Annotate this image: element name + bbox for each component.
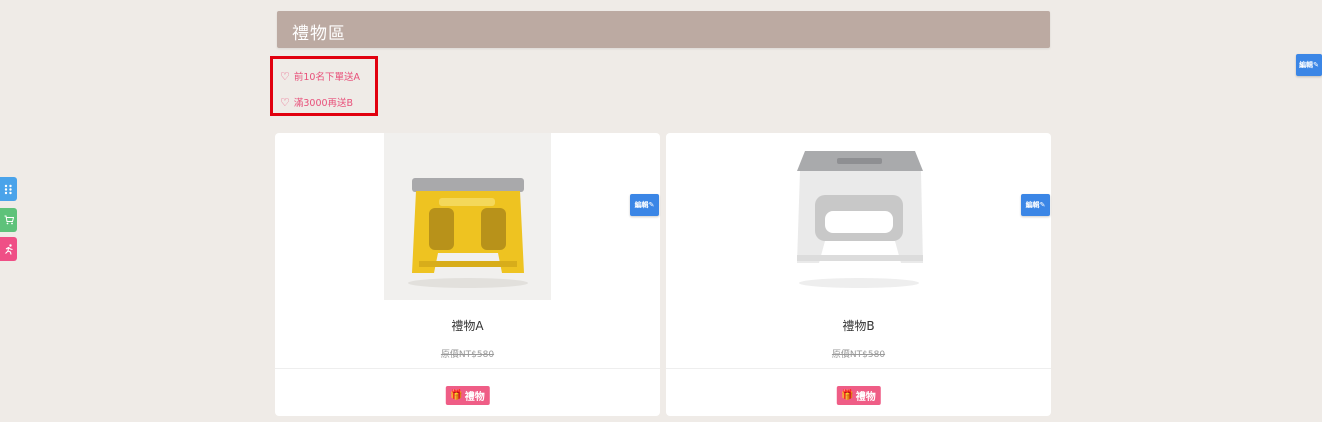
product-card[interactable]: 禮物B 原價NT$580 🎁 禮物 (666, 133, 1051, 416)
product-edit-button[interactable]: 編輯 ✎ (1021, 194, 1050, 216)
edit-icon: ✎ (648, 201, 655, 209)
page-edit-button[interactable]: 編輯 ✎ (1296, 54, 1322, 76)
gift-badge-label: 禮物 (855, 392, 876, 403)
promo-line: ♡ 滿3000再送B (280, 95, 354, 110)
product-original-price: 原價NT$580 (440, 350, 495, 360)
edit-label: 編輯 (634, 201, 649, 209)
promo-text: 前10名下單送A (293, 72, 360, 83)
side-nav-runner-button[interactable] (0, 237, 17, 261)
product-original-price: 原價NT$580 (831, 350, 886, 360)
cart-icon (4, 215, 14, 225)
product-name[interactable]: 禮物A (275, 317, 660, 334)
gift-badge[interactable]: 🎁 禮物 (445, 386, 490, 405)
gift-badge-label: 禮物 (464, 392, 485, 403)
edit-icon: ✎ (1039, 201, 1046, 209)
edit-label: 編輯 (1299, 61, 1314, 69)
card-divider (275, 368, 660, 369)
gift-badge[interactable]: 🎁 禮物 (836, 386, 881, 405)
heart-icon: ♡ (280, 69, 290, 83)
promo-line: ♡ 前10名下單送A (280, 69, 360, 84)
side-nav-grid-button[interactable] (0, 177, 17, 201)
product-image[interactable] (384, 133, 551, 300)
runner-icon (4, 243, 13, 255)
product-edit-button[interactable]: 編輯 ✎ (630, 194, 659, 216)
edit-icon: ✎ (1313, 61, 1319, 69)
grid-icon (4, 184, 12, 194)
card-divider (666, 368, 1051, 369)
edit-label: 編輯 (1025, 201, 1040, 209)
gift-icon: 🎁 (841, 390, 854, 401)
product-card[interactable]: 禮物A 原價NT$580 🎁 禮物 (275, 133, 660, 416)
gift-icon: 🎁 (450, 390, 463, 401)
promo-text: 滿3000再送B (293, 98, 354, 109)
product-image[interactable] (775, 133, 942, 300)
section-title: 禮物區 (292, 24, 346, 44)
promo-highlight-box: ♡ 前10名下單送A ♡ 滿3000再送B (270, 56, 378, 116)
product-name[interactable]: 禮物B (666, 317, 1051, 334)
side-nav-cart-button[interactable] (0, 208, 17, 232)
section-header: 禮物區 (277, 11, 1050, 48)
heart-icon: ♡ (280, 95, 290, 109)
